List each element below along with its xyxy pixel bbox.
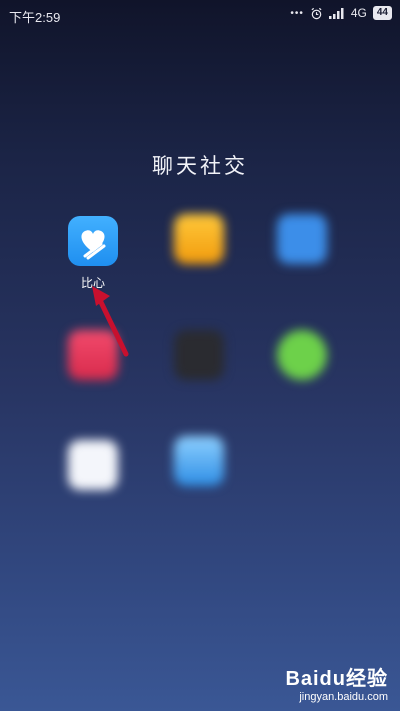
watermark-url: jingyan.baidu.com [299,691,388,703]
status-icons: ••• 4G 44 [290,6,392,20]
app-blue[interactable] [259,214,345,272]
signal-strength-icon [328,7,344,19]
notification-dots-icon: ••• [290,7,304,19]
wechat-icon[interactable] [277,330,327,380]
heart-app-icon[interactable] [68,216,118,266]
app-light-blue[interactable] [156,436,242,494]
battery-indicator: 44 [372,6,392,20]
watermark-logo: Baidu经验 [285,668,388,690]
alarm-clock-icon [311,7,322,19]
app-wechat[interactable] [259,330,345,388]
red-arrow-annotation [92,286,129,357]
app-dark[interactable] [156,330,242,388]
app-yellow[interactable] [156,214,242,272]
white-app-icon[interactable] [68,440,118,490]
dark-app-icon[interactable] [174,330,224,380]
baidu-jingyan-watermark: Baidu经验 jingyan.baidu.com [285,662,388,703]
status-bar: 下午2:59 ••• 4G 44 [0,0,400,28]
yellow-app-icon[interactable] [174,214,224,264]
status-time: 下午2:59 [9,10,61,25]
app-bixin[interactable]: 比心 [50,216,136,291]
blue-app-icon[interactable] [277,214,327,264]
app-white[interactable] [50,440,136,498]
folder-title: 聊天社交 [152,155,248,178]
network-type: 4G [350,6,367,20]
light-blue-app-icon[interactable] [174,436,224,486]
